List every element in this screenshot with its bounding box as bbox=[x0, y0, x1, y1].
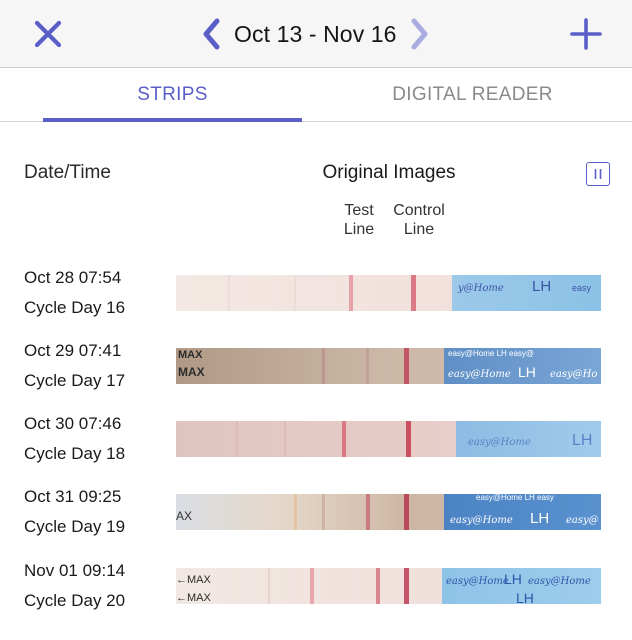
date-range-selector: Oct 13 - Nov 16 bbox=[200, 14, 431, 54]
row-cycle-day: Cycle Day 18 bbox=[24, 444, 126, 463]
tab-digital-reader-label: DIGITAL READER bbox=[392, 84, 553, 105]
strip-brand-text: easy bbox=[572, 283, 592, 293]
strip-image[interactable]: easy@Home LH bbox=[176, 421, 601, 457]
strip-text: MAX bbox=[178, 365, 205, 379]
strip-brand-text: LH bbox=[530, 510, 549, 527]
strip-brand-text: easy@Home LH easy@ bbox=[448, 349, 534, 358]
strip-brand-text: easy@Home bbox=[528, 576, 591, 587]
strip-row[interactable]: Oct 29 07:41 Cycle Day 17 MAX MAX easy@H… bbox=[0, 341, 632, 414]
strip-row[interactable]: Oct 31 09:25 Cycle Day 19 AX easy@Home L… bbox=[0, 487, 632, 560]
row-date: Oct 29 07:41 bbox=[24, 341, 122, 360]
row-date: Oct 31 09:25 bbox=[24, 487, 122, 506]
add-button[interactable] bbox=[566, 14, 606, 54]
row-date: Nov 01 09:14 bbox=[24, 561, 126, 580]
strip-image-graphic: easy@Home LH bbox=[176, 421, 601, 457]
strip-brand-text: LH bbox=[518, 364, 536, 380]
strip-brand-text: y@Home bbox=[457, 283, 504, 294]
strip-row[interactable]: Oct 28 07:54 Cycle Day 16 y@Home LH easy bbox=[0, 268, 632, 341]
strip-brand-text: LH bbox=[532, 278, 551, 295]
date-time-header: Date/Time bbox=[24, 162, 111, 183]
row-date: Oct 30 07:46 bbox=[24, 414, 122, 433]
strip-image-graphic: y@Home LH easy bbox=[176, 275, 601, 311]
strip-brand-text: easy@Home bbox=[450, 515, 513, 526]
strip-text: ←MAX bbox=[176, 592, 212, 604]
strip-image-graphic: AX easy@Home LH easy easy@Home LH easy@ bbox=[176, 494, 601, 530]
strip-brand-text: easy@Home bbox=[446, 576, 509, 587]
strip-image[interactable]: AX easy@Home LH easy easy@Home LH easy@ bbox=[176, 494, 601, 530]
row-cycle-day: Cycle Day 20 bbox=[24, 591, 126, 610]
strip-image[interactable]: ←MAX ←MAX easy@Home LH easy@Home LH bbox=[176, 568, 601, 604]
strip-brand-text: easy@Ho bbox=[550, 369, 597, 380]
tab-digital-reader[interactable]: DIGITAL READER bbox=[340, 69, 605, 121]
row-cycle-day: Cycle Day 17 bbox=[24, 371, 126, 390]
strip-image[interactable]: y@Home LH easy bbox=[176, 275, 601, 311]
strip-text: ←MAX bbox=[176, 574, 212, 586]
row-cycle-day: Cycle Day 19 bbox=[24, 517, 126, 536]
row-cycle-day: Cycle Day 16 bbox=[24, 298, 126, 317]
strip-brand-text: easy@Home bbox=[448, 369, 511, 380]
strip-brand-text: LH bbox=[516, 590, 534, 604]
pause-icon bbox=[594, 169, 602, 179]
chevron-left-icon[interactable] bbox=[200, 17, 224, 51]
strip-text: AX bbox=[176, 509, 192, 523]
strip-brand-text: easy@Home LH easy bbox=[476, 494, 554, 502]
top-bar: Oct 13 - Nov 16 bbox=[0, 0, 632, 68]
tab-strips[interactable]: STRIPS bbox=[43, 69, 302, 122]
tab-bar: STRIPS DIGITAL READER bbox=[0, 69, 632, 122]
pause-button[interactable] bbox=[586, 162, 610, 186]
strip-row[interactable]: Oct 30 07:46 Cycle Day 18 easy@Home LH bbox=[0, 414, 632, 487]
strip-text: MAX bbox=[178, 349, 203, 361]
control-line-label: Control Line bbox=[393, 202, 445, 238]
strip-brand-text: LH bbox=[572, 432, 592, 449]
strip-brand-text: LH bbox=[504, 571, 522, 587]
strip-image-graphic: MAX MAX easy@Home LH easy@ easy@Home LH … bbox=[176, 348, 601, 384]
strip-row[interactable]: Nov 01 09:14 Cycle Day 20 ←MAX ←MAX easy… bbox=[0, 561, 632, 634]
row-date: Oct 28 07:54 bbox=[24, 268, 122, 287]
chevron-right-icon[interactable] bbox=[407, 17, 431, 51]
strip-brand-text: easy@Home bbox=[468, 437, 531, 448]
strip-image-graphic: ←MAX ←MAX easy@Home LH easy@Home LH bbox=[176, 568, 601, 604]
close-button[interactable] bbox=[30, 16, 66, 52]
strip-brand-text: easy@ bbox=[566, 515, 599, 526]
test-line-label: Test Line bbox=[343, 202, 375, 238]
date-range-label: Oct 13 - Nov 16 bbox=[234, 20, 397, 47]
tab-strips-label: STRIPS bbox=[137, 84, 208, 105]
close-icon bbox=[34, 20, 62, 48]
original-images-header: Original Images bbox=[322, 162, 456, 183]
strip-image[interactable]: MAX MAX easy@Home LH easy@ easy@Home LH … bbox=[176, 348, 601, 384]
active-tab-indicator bbox=[43, 118, 302, 122]
plus-icon bbox=[570, 18, 602, 50]
